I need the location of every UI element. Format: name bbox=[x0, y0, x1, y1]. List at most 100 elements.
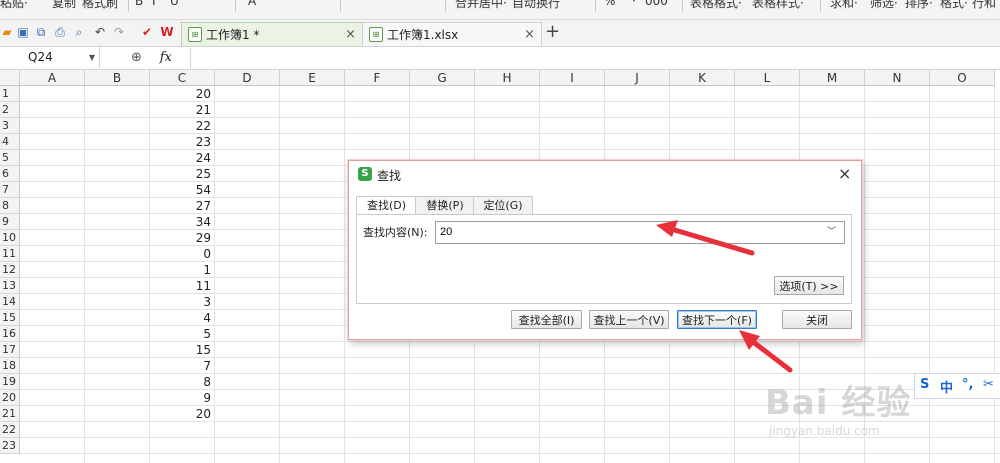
column-header-d[interactable]: D bbox=[215, 70, 280, 86]
ribbon-item[interactable]: 表格格式· bbox=[690, 0, 742, 11]
column-header-f[interactable]: F bbox=[345, 70, 410, 86]
ime-toolbar[interactable]: S 中 °, ✂ bbox=[914, 373, 1000, 399]
ime-punctuation-toggle[interactable]: °, bbox=[962, 377, 973, 392]
cell-c17[interactable]: 15 bbox=[150, 342, 213, 358]
ribbon-item[interactable]: 自动换行 bbox=[512, 0, 560, 11]
column-header-a[interactable]: A bbox=[20, 70, 85, 86]
ribbon-item[interactable]: 排序· bbox=[905, 0, 933, 11]
column-header-e[interactable]: E bbox=[280, 70, 345, 86]
undo-icon[interactable]: ↶ bbox=[93, 25, 107, 39]
ribbon-item[interactable]: 筛选· bbox=[870, 0, 898, 11]
row-header[interactable]: 13 bbox=[0, 278, 20, 294]
row-header[interactable]: 18 bbox=[0, 358, 20, 374]
cell-c23[interactable] bbox=[150, 438, 213, 454]
row-header[interactable]: 21 bbox=[0, 406, 20, 422]
dialog-titlebar[interactable]: S 查找 × bbox=[349, 161, 861, 189]
row-header[interactable]: 4 bbox=[0, 134, 20, 150]
row-header[interactable]: 16 bbox=[0, 326, 20, 342]
wps-logo-icon[interactable]: W bbox=[160, 25, 174, 39]
ribbon-item[interactable]: I bbox=[152, 0, 156, 8]
cell-c21[interactable]: 20 bbox=[150, 406, 213, 422]
row-header[interactable]: 3 bbox=[0, 118, 20, 134]
column-header-m[interactable]: M bbox=[800, 70, 865, 86]
cell-c18[interactable]: 7 bbox=[150, 358, 213, 374]
column-header-b[interactable]: B bbox=[85, 70, 150, 86]
cell-c22[interactable] bbox=[150, 422, 213, 438]
column-header-k[interactable]: K bbox=[670, 70, 735, 86]
find-previous-button[interactable]: 查找上一个(V) bbox=[589, 310, 669, 329]
formula-input[interactable] bbox=[190, 48, 1000, 69]
save-icon[interactable]: ▣ bbox=[16, 25, 30, 39]
row-header[interactable]: 1 bbox=[0, 86, 20, 102]
row-header[interactable]: 2 bbox=[0, 102, 20, 118]
ribbon-item[interactable]: 求和· bbox=[830, 0, 858, 11]
row-header[interactable]: 19 bbox=[0, 374, 20, 390]
cell-c15[interactable]: 4 bbox=[150, 310, 213, 326]
find-next-button[interactable]: 查找下一个(F) bbox=[677, 310, 757, 329]
row-header[interactable]: 11 bbox=[0, 246, 20, 262]
cell-c10[interactable]: 29 bbox=[150, 230, 213, 246]
row-header[interactable]: 6 bbox=[0, 166, 20, 182]
row-header[interactable]: 9 bbox=[0, 214, 20, 230]
ribbon-item[interactable]: 000 bbox=[645, 0, 668, 8]
cell-c16[interactable]: 5 bbox=[150, 326, 213, 342]
tab-workbook1[interactable]: ⊞ 工作簿1 * × bbox=[181, 22, 363, 46]
column-header-o[interactable]: O bbox=[930, 70, 995, 86]
cell-c11[interactable]: 0 bbox=[150, 246, 213, 262]
ribbon-item[interactable]: A bbox=[248, 0, 256, 8]
cell-c13[interactable]: 11 bbox=[150, 278, 213, 294]
chevron-down-icon[interactable]: ▼ bbox=[89, 47, 95, 68]
column-header-c[interactable]: C bbox=[150, 70, 215, 86]
row-header[interactable]: 12 bbox=[0, 262, 20, 278]
customize-icon[interactable]: ✔ bbox=[140, 25, 154, 39]
tab-goto[interactable]: 定位(G) bbox=[473, 196, 533, 215]
row-header[interactable]: 7 bbox=[0, 182, 20, 198]
cell-c19[interactable]: 8 bbox=[150, 374, 213, 390]
ime-language-toggle[interactable]: 中 bbox=[940, 377, 953, 396]
folder-icon[interactable]: ▰ bbox=[0, 25, 14, 39]
tab-find[interactable]: 查找(D) bbox=[356, 196, 417, 216]
print-icon[interactable]: ⎙ bbox=[53, 25, 67, 39]
cell-c7[interactable]: 54 bbox=[150, 182, 213, 198]
row-header[interactable]: 10 bbox=[0, 230, 20, 246]
column-header-h[interactable]: H bbox=[475, 70, 540, 86]
cell-c9[interactable]: 34 bbox=[150, 214, 213, 230]
fx-button[interactable]: fx bbox=[160, 50, 172, 65]
tab-workbook1-xlsx[interactable]: ⊞ 工作簿1.xlsx × bbox=[362, 22, 542, 46]
cell-c3[interactable]: 22 bbox=[150, 118, 213, 134]
close-tab-icon[interactable]: × bbox=[345, 27, 356, 42]
ime-logo-icon[interactable]: S bbox=[920, 377, 929, 392]
row-header[interactable]: 14 bbox=[0, 294, 20, 310]
column-header-j[interactable]: J bbox=[605, 70, 670, 86]
find-input[interactable] bbox=[440, 224, 820, 240]
ribbon-item[interactable]: 复制 bbox=[52, 0, 76, 11]
zoom-icon[interactable]: ⊕ bbox=[131, 50, 142, 65]
scissors-icon[interactable]: ✂ bbox=[983, 377, 994, 392]
chevron-down-icon[interactable]: ﹀ bbox=[827, 224, 836, 237]
print-preview-icon[interactable]: ⌕ bbox=[72, 25, 86, 39]
export-pdf-icon[interactable]: ⧉ bbox=[34, 25, 48, 39]
find-combo[interactable]: ﹀ bbox=[435, 221, 845, 244]
column-header-n[interactable]: N bbox=[865, 70, 930, 86]
ribbon-item[interactable]: 格式刷 bbox=[82, 0, 118, 11]
ribbon-item[interactable]: U bbox=[170, 0, 179, 8]
select-all-corner[interactable] bbox=[0, 70, 20, 86]
cell-c2[interactable]: 21 bbox=[150, 102, 213, 118]
row-header[interactable]: 5 bbox=[0, 150, 20, 166]
row-header[interactable]: 8 bbox=[0, 198, 20, 214]
row-header[interactable]: 20 bbox=[0, 390, 20, 406]
row-header[interactable]: 15 bbox=[0, 310, 20, 326]
name-box[interactable]: Q24 ▼ bbox=[0, 47, 100, 68]
ribbon-item[interactable]: 格式· bbox=[940, 0, 968, 11]
new-tab-button[interactable]: + bbox=[545, 21, 560, 42]
cell-c5[interactable]: 24 bbox=[150, 150, 213, 166]
options-button[interactable]: 选项(T) >> bbox=[774, 276, 844, 295]
column-header-i[interactable]: I bbox=[540, 70, 605, 86]
ribbon-item[interactable]: 粘贴· bbox=[0, 0, 28, 11]
cell-c4[interactable]: 23 bbox=[150, 134, 213, 150]
ribbon-item[interactable]: · bbox=[632, 0, 636, 8]
tab-replace[interactable]: 替换(P) bbox=[415, 196, 475, 215]
cell-c6[interactable]: 25 bbox=[150, 166, 213, 182]
cell-c8[interactable]: 27 bbox=[150, 198, 213, 214]
column-header-g[interactable]: G bbox=[410, 70, 475, 86]
